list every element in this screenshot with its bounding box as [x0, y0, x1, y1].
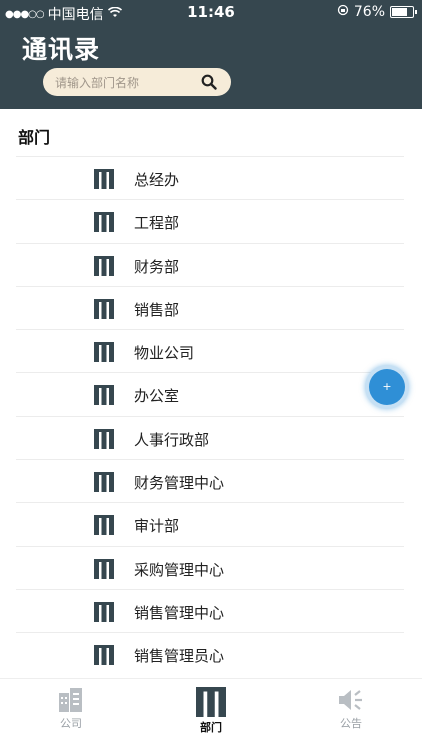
department-label: 销售管理员心 — [134, 647, 225, 666]
department-label: 销售部 — [134, 300, 180, 319]
tab-company-label: 公司 — [60, 717, 82, 730]
tab-announcement-label: 公告 — [340, 717, 362, 730]
list-item[interactable]: 人事行政部 — [16, 415, 404, 459]
department-label: 审计部 — [134, 517, 180, 536]
search-box[interactable] — [43, 68, 231, 96]
department-label: 物业公司 — [134, 344, 195, 363]
department-list: 总经办 工程部 财务部 销售部 物业公司 办公室 人事行政部 财务管理中心 审计… — [16, 156, 404, 676]
list-item[interactable]: 办公室 — [16, 372, 404, 415]
search-icon[interactable] — [201, 74, 217, 90]
department-label: 总经办 — [134, 171, 180, 189]
building-icon — [21, 687, 121, 713]
department-icon — [161, 687, 261, 717]
tab-department[interactable]: 部门 — [161, 687, 261, 749]
list-item[interactable]: 采购管理中心 — [16, 545, 404, 589]
department-label: 销售管理中心 — [134, 603, 225, 622]
app-header: ●●●○○ 中国电信 11:46 76% 通讯录 — [0, 0, 422, 109]
list-item[interactable]: 审计部 — [16, 502, 404, 545]
status-right: 76% — [337, 4, 417, 20]
department-icon — [94, 601, 114, 622]
section-title: 部门 — [18, 128, 51, 147]
list-item[interactable]: 销售管理中心 — [16, 588, 404, 632]
list-item[interactable]: 财务管理中心 — [16, 459, 404, 502]
speaker-icon — [301, 687, 401, 713]
department-icon — [94, 385, 114, 406]
battery-percent: 76% — [353, 4, 385, 20]
tab-company[interactable]: 公司 — [21, 687, 121, 749]
department-label: 人事行政部 — [134, 430, 210, 449]
department-icon — [94, 645, 114, 666]
orientation-lock-icon — [337, 4, 349, 20]
department-icon — [94, 212, 114, 233]
floating-action-button[interactable]: + — [369, 369, 405, 405]
department-label: 财务管理中心 — [134, 474, 225, 493]
page-title: 通讯录 — [22, 35, 101, 64]
battery-icon — [390, 6, 417, 18]
list-item[interactable]: 销售部 — [16, 285, 404, 329]
department-label: 财务部 — [134, 257, 180, 276]
department-icon — [94, 298, 114, 319]
plus-icon: + — [382, 380, 392, 393]
list-item[interactable]: 财务部 — [16, 242, 404, 286]
tab-bar: 公司 部门 公告 — [0, 678, 422, 751]
department-icon — [94, 255, 114, 276]
search-input[interactable] — [53, 72, 197, 94]
list-item[interactable]: 销售管理员心 — [16, 632, 404, 675]
list-item[interactable]: 工程部 — [16, 199, 404, 242]
department-icon — [94, 169, 114, 189]
tab-department-label: 部门 — [200, 721, 222, 734]
department-icon — [94, 515, 114, 536]
list-item[interactable]: 总经办 — [16, 156, 404, 199]
department-icon — [94, 428, 114, 449]
department-label: 工程部 — [134, 214, 180, 233]
list-item[interactable]: 物业公司 — [16, 329, 404, 372]
department-icon — [94, 558, 114, 579]
department-label: 采购管理中心 — [134, 560, 225, 579]
status-bar: ●●●○○ 中国电信 11:46 76% — [0, 0, 422, 24]
department-icon — [94, 342, 114, 363]
department-icon — [94, 472, 114, 493]
tab-announcement[interactable]: 公告 — [301, 687, 401, 749]
department-label: 办公室 — [134, 387, 180, 406]
